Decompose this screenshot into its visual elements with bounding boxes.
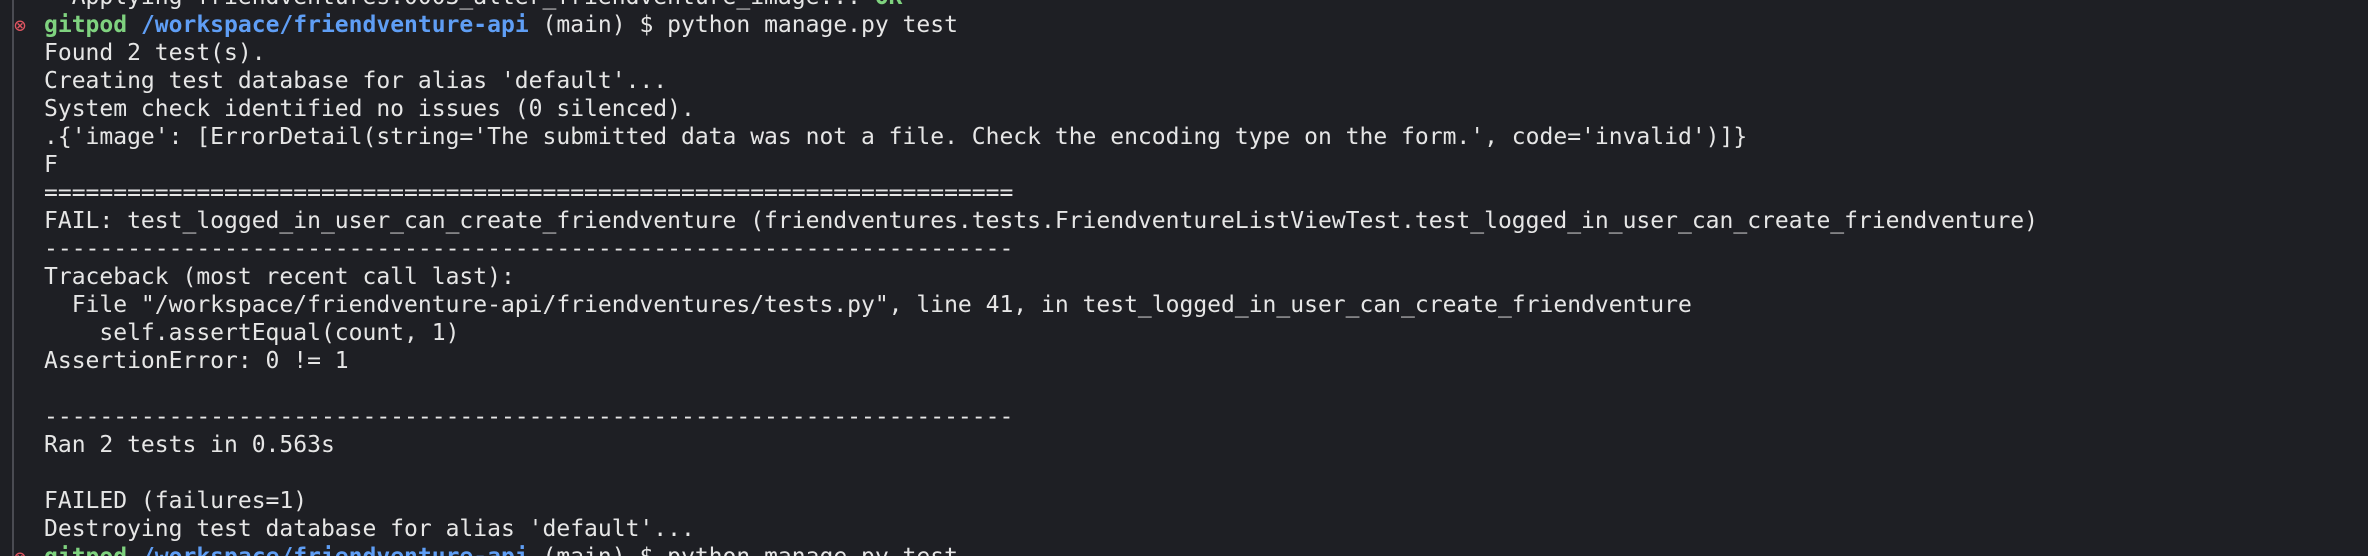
traceback-line: self.assertEqual(count, 1) [44,320,460,346]
output-line: Applying friendventures.0003_alter_frien… [0,0,2368,11]
prompt-line: ⊗ gitpod /workspace/friendventure-api (ma… [0,543,2368,556]
separator-line: ----------------------------------------… [44,236,1014,262]
prompt-command: python manage.py test [667,544,958,556]
prompt-path: /workspace/friendventure-api [127,544,529,556]
output-line: Destroying test database for alias 'defa… [44,516,695,542]
output-line: .{'image': [ErrorDetail(string='The subm… [44,124,1748,150]
output-line: Creating test database for alias 'defaul… [44,68,668,94]
result-line: FAILED (failures=1) [44,488,308,514]
output-line: F [44,152,58,178]
error-circle-icon: ⊗ [14,543,26,556]
summary-line: Ran 2 tests in 0.563s [44,432,335,458]
prompt-path: /workspace/friendventure-api [127,12,529,38]
prompt-user: gitpod [44,544,127,556]
fail-header-line: FAIL: test_logged_in_user_can_create_fri… [44,208,2038,234]
separator-line: ----------------------------------------… [44,404,1014,430]
terminal-window[interactable]: Applying friendventures.0003_alter_frien… [0,0,2368,556]
output-line: System check identified no issues (0 sil… [44,96,695,122]
error-line: AssertionError: 0 != 1 [44,348,349,374]
prompt-user: gitpod [44,12,128,38]
traceback-line: File "/workspace/friendventure-api/frien… [44,292,1692,318]
traceback-line: Traceback (most recent call last): [44,264,515,290]
error-circle-icon: ⊗ [14,13,27,37]
separator-line: ========================================… [44,180,1014,206]
prompt-symbol: $ [625,12,668,38]
output-line: Found 2 test(s). [44,40,266,66]
prompt-branch: (main) [529,544,626,556]
prompt-line: ⊗ gitpod /workspace/friendventure-api (ma… [0,11,2368,39]
prompt-command: python manage.py test [667,12,958,38]
prompt-branch: (main) [528,12,626,38]
prompt-symbol: $ [626,544,668,556]
terminal-output: Applying friendventures.0003_alter_frien… [0,0,2368,556]
ok-status: OK [861,0,903,10]
